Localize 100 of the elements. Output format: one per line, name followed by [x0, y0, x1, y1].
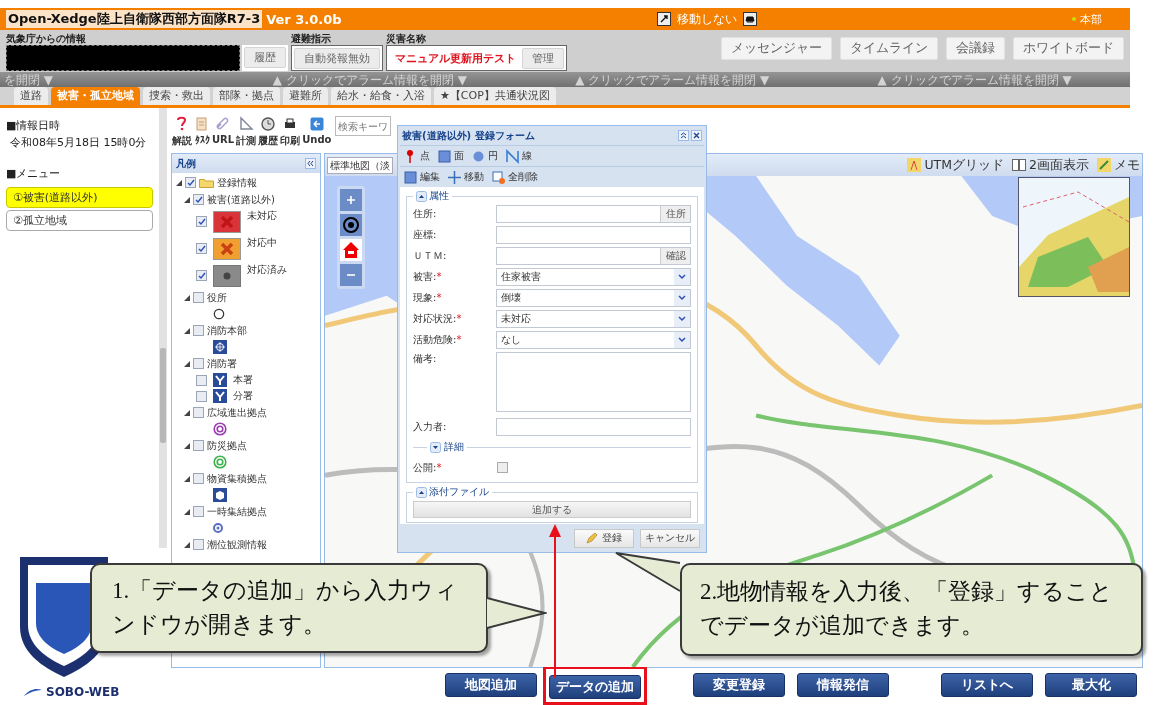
- action-button[interactable]: 情報発信: [797, 673, 889, 697]
- checkbox[interactable]: [193, 440, 204, 451]
- draw-tool[interactable]: 円: [472, 148, 498, 164]
- action-button[interactable]: リストへ: [941, 673, 1033, 697]
- toolbar-button[interactable]: 履歴: [257, 116, 280, 148]
- toolbar-button[interactable]: Undo: [301, 116, 333, 145]
- map-tool-button[interactable]: 2画面表示: [1012, 156, 1089, 174]
- undo-icon: [308, 116, 325, 132]
- legend-label[interactable]: 被害(道路以外): [207, 192, 275, 207]
- checkbox[interactable]: [185, 177, 196, 188]
- legend-label[interactable]: 消防本部: [207, 323, 247, 338]
- checkbox[interactable]: [193, 506, 204, 517]
- clock-icon: [260, 116, 277, 132]
- legend-label[interactable]: 一時集結拠点: [207, 504, 267, 519]
- tab[interactable]: 避難所: [283, 87, 328, 105]
- toolbar-button[interactable]: 計測: [235, 116, 258, 148]
- menu-item[interactable]: ②孤立地域: [6, 210, 153, 231]
- expander-icon[interactable]: [184, 294, 190, 301]
- clipboard-icon: [194, 116, 210, 132]
- toolbar-button[interactable]: ﾀｽｸ: [193, 116, 211, 145]
- search-field[interactable]: 検索キーワ: [335, 116, 392, 136]
- checkbox[interactable]: [193, 473, 204, 484]
- checkbox[interactable]: [193, 325, 204, 336]
- info-label: 避難指示: [291, 32, 332, 45]
- layer-dropdown[interactable]: 標準地図（淡: [327, 156, 393, 174]
- disaster-name: マニュアル更新用テスト: [394, 50, 517, 67]
- tab[interactable]: ★【COP】共通状況図: [434, 87, 556, 105]
- tab[interactable]: 給水・給食・入浴: [331, 87, 431, 105]
- legend-label[interactable]: 防災拠点: [207, 438, 247, 453]
- collapse-icon[interactable]: [305, 158, 316, 169]
- legend-label[interactable]: 役所: [207, 290, 227, 305]
- action-button[interactable]: 地図追加: [445, 673, 537, 697]
- toolbar-button[interactable]: 印刷: [279, 116, 302, 148]
- info-label: 災害名称: [386, 32, 427, 45]
- manage-button[interactable]: 管理: [522, 47, 564, 69]
- section-heading: ■メニュー: [6, 166, 62, 181]
- swoosh-icon: [24, 687, 42, 697]
- checkbox[interactable]: [196, 270, 207, 281]
- grid-icon: [907, 158, 922, 172]
- expander-icon[interactable]: [184, 508, 190, 515]
- action-button[interactable]: 最大化: [1045, 673, 1137, 697]
- draw-tool[interactable]: 線: [506, 148, 532, 164]
- tool-button[interactable]: ホワイトボード: [1013, 37, 1124, 60]
- action-button[interactable]: 変更登録: [693, 673, 785, 697]
- memo-icon: [1097, 158, 1111, 172]
- split-screen-icon: [1012, 158, 1027, 172]
- expander-icon[interactable]: [184, 541, 190, 548]
- resize-icon[interactable]: [656, 12, 671, 26]
- expander-icon[interactable]: [184, 327, 190, 334]
- tab[interactable]: 道路: [14, 87, 48, 105]
- checkbox[interactable]: [193, 407, 204, 418]
- menu-item[interactable]: ①被害(道路以外): [6, 187, 153, 208]
- legend-label: 対応済み: [247, 263, 287, 277]
- legend-label[interactable]: 潮位観測情報: [207, 537, 267, 552]
- status-dot-icon: [1072, 17, 1076, 21]
- tab[interactable]: 部隊・拠点: [213, 87, 280, 105]
- legend-label[interactable]: 登録情報: [217, 175, 257, 190]
- expander-icon[interactable]: [184, 360, 190, 367]
- toolbar-button[interactable]: URL: [211, 116, 236, 145]
- expander-icon[interactable]: [184, 196, 190, 203]
- map-tool-button[interactable]: メモ: [1097, 156, 1140, 174]
- checkbox[interactable]: [196, 216, 207, 227]
- section-heading: ■情報日時: [6, 118, 62, 133]
- legend-label[interactable]: 広域進出拠点: [207, 405, 267, 420]
- history-button[interactable]: 履歴: [244, 47, 286, 68]
- tool-button[interactable]: 会議録: [946, 37, 1005, 60]
- map-tool-button[interactable]: UTMグリッド: [907, 156, 1005, 174]
- action-button[interactable]: データの追加: [549, 675, 641, 699]
- expander-icon[interactable]: [184, 475, 190, 482]
- version-label: Ver 3.0.0b: [266, 11, 342, 27]
- legend-label: 分署: [233, 389, 253, 403]
- close-icon[interactable]: [691, 130, 702, 141]
- location-label: 本部: [1080, 11, 1102, 27]
- tool-button[interactable]: メッセンジャー: [721, 37, 832, 60]
- expander-icon[interactable]: [176, 179, 182, 186]
- tab[interactable]: 捜索・救出: [143, 87, 210, 105]
- draw-tool[interactable]: 面: [438, 148, 464, 164]
- checkbox[interactable]: [193, 292, 204, 303]
- square-icon: [438, 148, 451, 164]
- expander-icon[interactable]: [184, 442, 190, 449]
- legend-label[interactable]: 物資集積拠点: [207, 471, 267, 486]
- legend-label[interactable]: 消防署: [207, 356, 237, 371]
- checkbox[interactable]: [193, 358, 204, 369]
- legend-label: 本署: [233, 373, 253, 387]
- checkbox[interactable]: [193, 194, 204, 205]
- checkbox[interactable]: [196, 243, 207, 254]
- app-title: Open-Xedge陸上自衛隊西部方面隊R7-3: [6, 10, 263, 28]
- vehicle-icon[interactable]: [742, 12, 757, 26]
- toolbar-button[interactable]: 解説: [171, 116, 193, 148]
- expander-icon[interactable]: [184, 409, 190, 416]
- checkbox[interactable]: [196, 390, 207, 402]
- auto-alert-button[interactable]: 自動発報無効: [294, 47, 380, 69]
- tool-button[interactable]: タイムライン: [840, 37, 938, 60]
- folder-icon: [199, 177, 214, 188]
- checkbox[interactable]: [193, 539, 204, 550]
- collapse-icon[interactable]: [678, 130, 689, 141]
- checkbox[interactable]: [196, 374, 207, 386]
- scrollbar[interactable]: [159, 108, 167, 548]
- legend-label: 対応中: [247, 236, 277, 250]
- draw-tool[interactable]: 点: [404, 148, 430, 164]
